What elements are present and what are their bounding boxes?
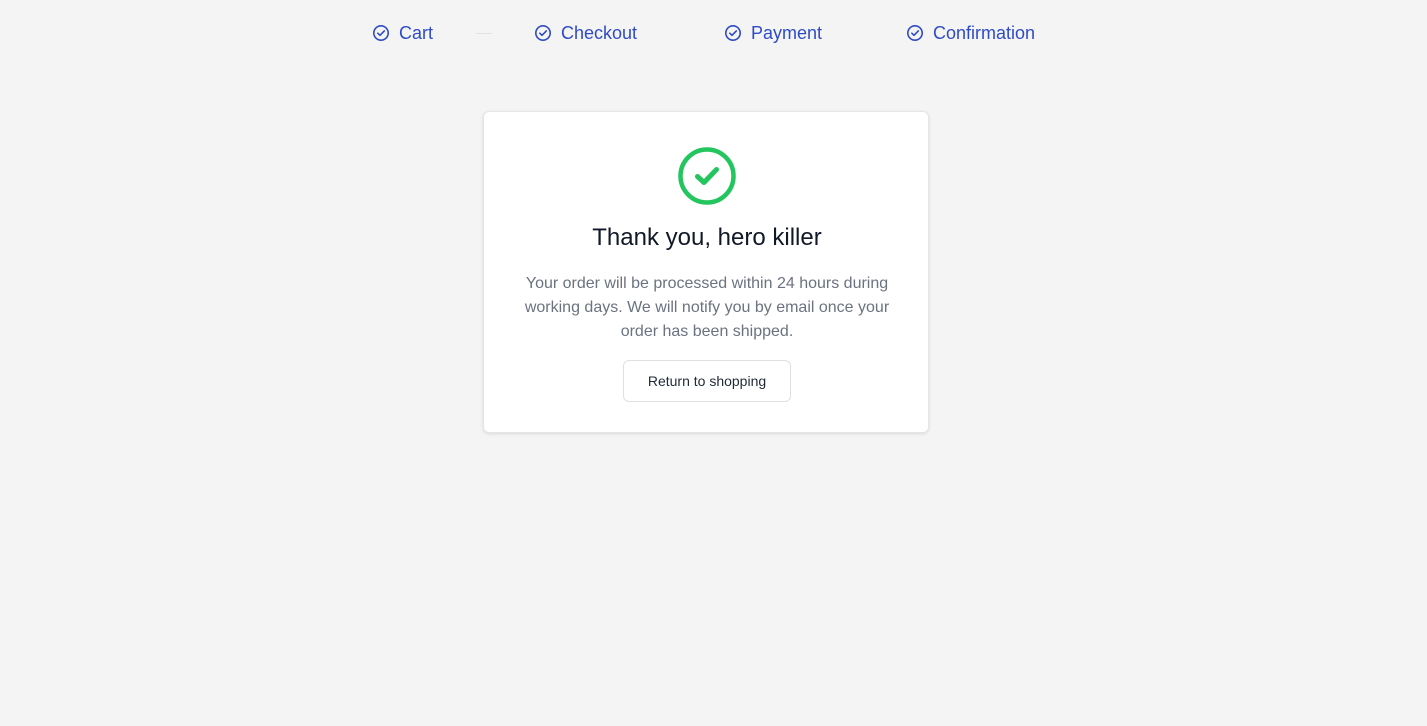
check-circle-icon	[724, 24, 742, 42]
step-confirmation: Confirmation	[906, 20, 1035, 46]
return-to-shopping-button[interactable]: Return to shopping	[623, 360, 791, 402]
confirmation-title: Thank you, hero killer	[592, 224, 822, 251]
step-connector	[476, 33, 492, 34]
step-label: Confirmation	[933, 22, 1036, 43]
step-label: Payment	[751, 22, 823, 43]
check-circle-icon	[534, 24, 552, 42]
step-checkout: Checkout	[534, 20, 637, 46]
confirmation-message: Your order will be processed within 24 h…	[524, 275, 890, 340]
check-circle-icon	[372, 24, 390, 42]
check-circle-icon	[906, 24, 924, 42]
order-confirmation-card: Thank you, hero killer Your order will b…	[483, 111, 929, 433]
step-cart: Cart	[372, 20, 433, 46]
success-check-circle-icon	[677, 146, 737, 206]
step-label: Cart	[399, 22, 434, 43]
checkout-stepper: Cart Checkout Payment Confirmation	[0, 20, 1427, 46]
step-label: Checkout	[561, 22, 638, 43]
step-payment: Payment	[724, 20, 822, 46]
